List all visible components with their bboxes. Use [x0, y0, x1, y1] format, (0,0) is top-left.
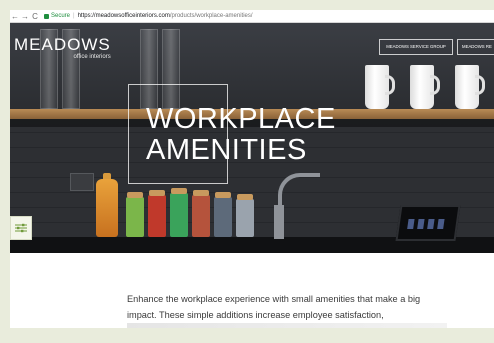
logo-tagline: office interiors [73, 54, 111, 60]
nav-meadows-re[interactable]: MEADOWS RE [457, 39, 494, 55]
sliders-icon [15, 223, 27, 233]
snack-jar [126, 192, 144, 237]
snack-jar [148, 190, 166, 237]
page-title-line-2: AMENITIES [146, 134, 307, 166]
snack-jar [214, 192, 232, 237]
faucet-base [274, 205, 284, 239]
url-separator: | [73, 13, 75, 19]
nav-meadows-service-group[interactable]: MEADOWS SERVICE GROUP [379, 39, 453, 55]
filter-toggle-button[interactable] [10, 216, 32, 240]
wall-outlet [70, 173, 94, 191]
main-content: Enhance the workplace experience with sm… [10, 253, 494, 328]
page-title-line-1: WORKPLACE [146, 103, 336, 135]
logo-wordmark: MEADOWS [14, 35, 111, 54]
intro-paragraph: Enhance the workplace experience with sm… [127, 294, 421, 320]
truncated-text-line [127, 323, 447, 328]
address-bar[interactable]: ← → C Secure | https://meadowsofficeinte… [10, 10, 494, 23]
browser-frame: ← → C Secure | https://meadowsofficeinte… [0, 0, 494, 343]
coffee-cup [365, 65, 395, 109]
coffee-cup [410, 65, 440, 109]
secure-label: Secure [51, 13, 71, 19]
snack-jar [236, 194, 254, 237]
coffee-cup [455, 65, 485, 109]
back-button[interactable]: ← [10, 10, 20, 23]
url-path[interactable]: /products/workplace-amenities/ [170, 13, 253, 19]
forward-button[interactable]: → [20, 10, 30, 23]
reload-button[interactable]: C [30, 10, 40, 23]
snack-jar [192, 190, 210, 237]
tablet-device [395, 205, 461, 241]
page-title: WORKPLACE AMENITIES [146, 104, 336, 166]
site-logo[interactable]: MEADOWS office interiors [14, 36, 111, 60]
snack-jar [170, 188, 188, 237]
juice-bottle [96, 179, 118, 237]
lock-icon [44, 13, 49, 19]
url-host[interactable]: https://meadowsofficeinteriors.com [78, 13, 170, 19]
faucet [278, 173, 320, 237]
